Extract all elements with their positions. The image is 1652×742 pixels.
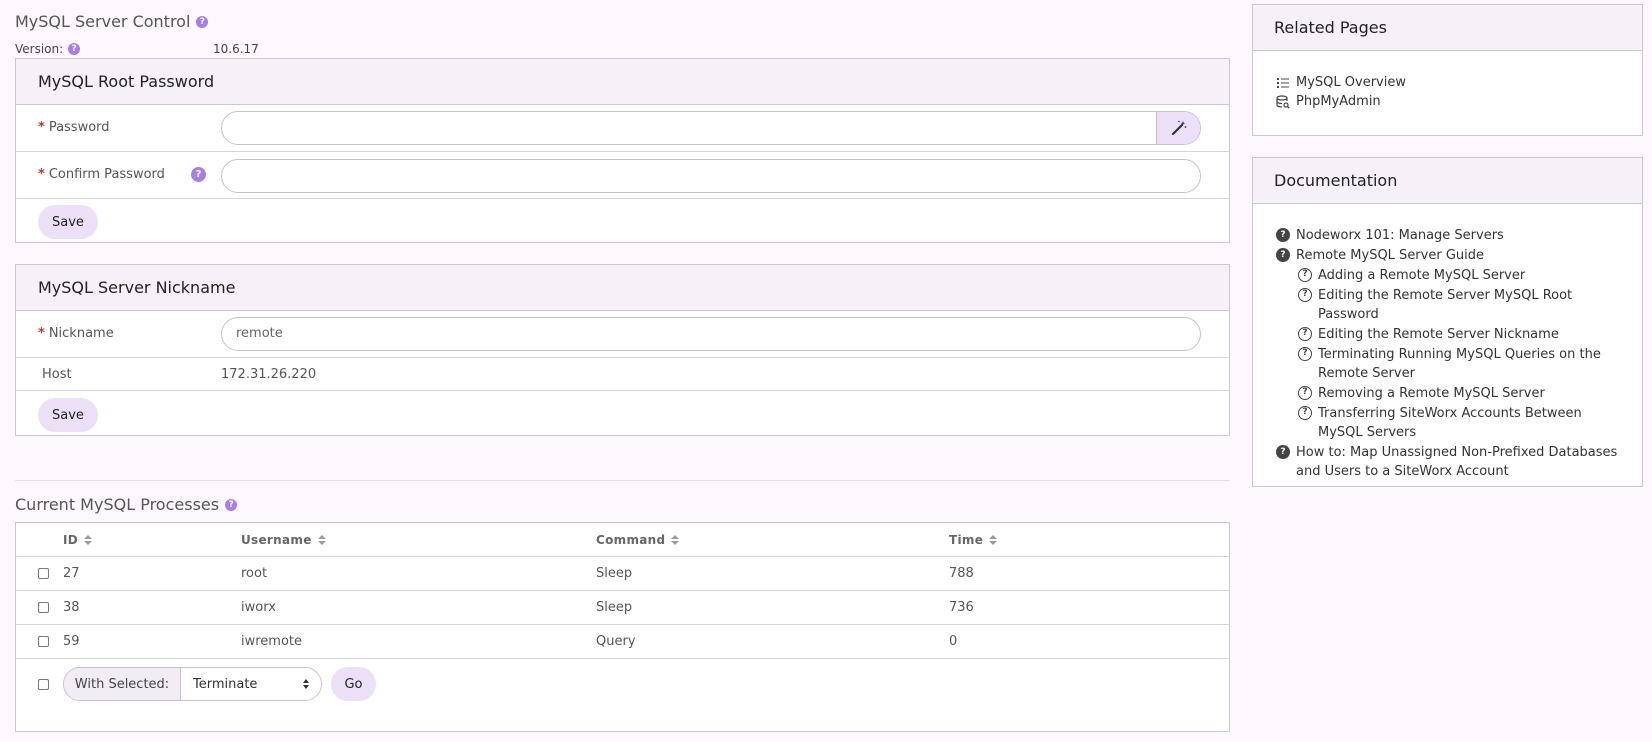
doc-link[interactable]: ? Editing the Remote Server Nickname — [1298, 325, 1626, 344]
with-selected-label: With Selected: — [64, 668, 181, 700]
confirm-password-row: * Confirm Password ? — [16, 152, 1229, 199]
help-circle-icon: ? — [1276, 445, 1290, 459]
processes-title: Current MySQL Processes ? — [15, 495, 238, 514]
select-all-checkbox[interactable] — [38, 679, 49, 690]
panel-title: MySQL Server Nickname — [16, 265, 1229, 311]
column-username[interactable]: Username — [241, 533, 326, 547]
help-circle-outline-icon: ? — [1298, 327, 1312, 341]
host-row: Host 172.31.26.220 — [16, 358, 1229, 391]
nickname-row: * Nickname remote — [16, 311, 1229, 358]
confirm-password-input[interactable] — [221, 159, 1201, 193]
help-icon[interactable]: ? — [225, 498, 238, 511]
magic-wand-icon — [1171, 120, 1186, 136]
doc-link[interactable]: ? Removing a Remote MySQL Server — [1298, 384, 1626, 403]
password-row: * Password — [16, 105, 1229, 152]
server-nickname-panel: MySQL Server Nickname * Nickname remote … — [15, 264, 1230, 436]
doc-link[interactable]: ? Remote MySQL Server Guide — [1276, 246, 1626, 265]
related-link-mysql-overview[interactable]: MySQL Overview — [1276, 73, 1642, 92]
documentation-panel: Documentation ? Nodeworx 101: Manage Ser… — [1252, 157, 1643, 487]
save-nickname-button[interactable]: Save — [38, 398, 98, 432]
nickname-input[interactable]: remote — [221, 317, 1201, 351]
doc-link[interactable]: ? Terminating Running MySQL Queries on t… — [1298, 345, 1626, 383]
table-header: ID Username Command Time — [16, 523, 1229, 557]
sort-icon — [317, 535, 326, 545]
password-label: * Password — [38, 120, 110, 135]
table-row: 59 iwremote Query 0 — [16, 625, 1229, 659]
doc-link[interactable]: ? Editing the Remote Server MySQL Root P… — [1298, 286, 1626, 324]
action-select[interactable]: Terminate — [181, 668, 321, 700]
panel-title: Documentation — [1253, 158, 1642, 204]
version-value: 10.6.17 — [213, 42, 259, 56]
doc-link[interactable]: ? How to: Map Unassigned Non-Prefixed Da… — [1276, 443, 1626, 481]
help-icon[interactable]: ? — [68, 43, 81, 55]
row-checkbox[interactable] — [38, 636, 49, 647]
with-selected-group: With Selected: Terminate — [63, 667, 322, 701]
column-command[interactable]: Command — [596, 533, 680, 547]
row-checkbox[interactable] — [38, 568, 49, 579]
select-arrows-icon — [303, 679, 309, 689]
confirm-password-label: * Confirm Password — [38, 167, 165, 182]
host-label: Host — [42, 367, 72, 382]
go-button[interactable]: Go — [331, 667, 376, 701]
divider — [15, 480, 1230, 481]
related-pages-panel: Related Pages MySQL Overview PhpMyAdmin — [1252, 4, 1643, 136]
help-circle-icon: ? — [1276, 248, 1290, 262]
panel-title: Related Pages — [1253, 5, 1642, 51]
generate-password-button[interactable] — [1156, 112, 1200, 144]
row-checkbox[interactable] — [38, 602, 49, 613]
help-circle-icon: ? — [1276, 228, 1290, 242]
help-circle-outline-icon: ? — [1298, 288, 1312, 302]
nickname-label: * Nickname — [38, 326, 114, 341]
table-row: 27 root Sleep 788 — [16, 557, 1229, 591]
help-circle-outline-icon: ? — [1298, 386, 1312, 400]
doc-link[interactable]: ? Adding a Remote MySQL Server — [1298, 266, 1626, 285]
sort-icon — [989, 535, 998, 545]
help-icon[interactable]: ? — [196, 15, 209, 28]
related-link-phpmyadmin[interactable]: PhpMyAdmin — [1276, 92, 1642, 111]
save-password-button[interactable]: Save — [38, 205, 98, 239]
column-time[interactable]: Time — [949, 533, 998, 547]
column-id[interactable]: ID — [63, 533, 93, 547]
help-circle-outline-icon: ? — [1298, 268, 1312, 282]
processes-table: ID Username Command Time 27 root Sleep 7… — [15, 522, 1230, 732]
doc-link[interactable]: ? Transferring SiteWorx Accounts Between… — [1298, 404, 1626, 442]
version-label: Version: — [15, 42, 64, 56]
host-value: 172.31.26.220 — [221, 367, 317, 382]
panel-title: MySQL Root Password — [16, 59, 1229, 105]
help-circle-outline-icon: ? — [1298, 347, 1312, 361]
list-icon — [1277, 78, 1289, 88]
doc-link[interactable]: ? Nodeworx 101: Manage Servers — [1276, 226, 1626, 245]
help-circle-outline-icon: ? — [1298, 406, 1312, 420]
database-search-icon — [1276, 95, 1290, 109]
bulk-actions: With Selected: Terminate Go — [16, 659, 1229, 709]
page-title: MySQL Server Control ? — [15, 12, 209, 31]
password-input[interactable] — [221, 111, 1201, 145]
version-row: Version: ? 10.6.17 — [15, 42, 415, 56]
sort-icon — [84, 535, 93, 545]
help-icon[interactable]: ? — [191, 167, 206, 182]
root-password-panel: MySQL Root Password * Password * Confirm… — [15, 58, 1230, 243]
table-row: 38 iworx Sleep 736 — [16, 591, 1229, 625]
sort-icon — [671, 535, 680, 545]
